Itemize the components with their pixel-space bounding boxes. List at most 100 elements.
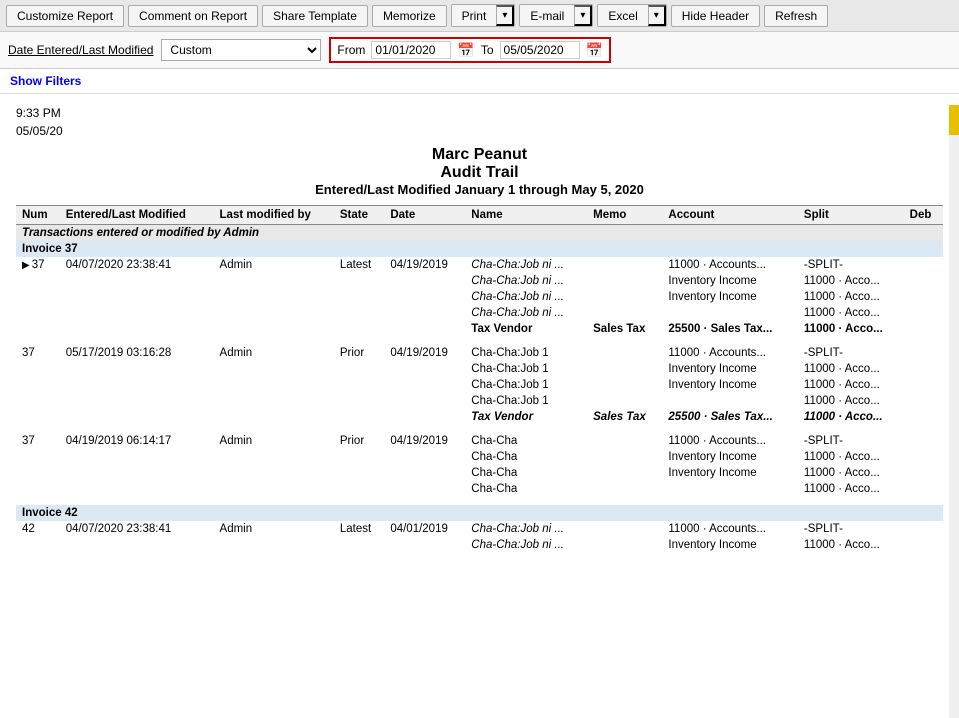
col-num: Num (16, 206, 60, 225)
to-date-input[interactable] (500, 41, 580, 59)
cell-account: 25500 · Sales Tax... (662, 321, 798, 337)
print-arrow-button[interactable]: ▾ (496, 5, 514, 26)
show-filters-link[interactable]: Show Filters (10, 74, 81, 88)
table-row: Cha-Cha 11000 · Acco... (16, 481, 943, 497)
table-header-row: Num Entered/Last Modified Last modified … (16, 206, 943, 225)
from-calendar-icon[interactable]: 📅 (457, 42, 474, 59)
cell-name: Cha-Cha:Job ni ... (465, 521, 587, 537)
hide-header-button[interactable]: Hide Header (671, 5, 760, 27)
email-button-split[interactable]: E-mail ▾ (519, 4, 593, 27)
comment-on-report-button[interactable]: Comment on Report (128, 5, 258, 27)
scrollbar-thumb[interactable] (949, 105, 959, 135)
cell-name: Cha-Cha (465, 481, 587, 497)
customize-report-button[interactable]: Customize Report (6, 5, 124, 27)
excel-main-button[interactable]: Excel (598, 5, 647, 26)
cell-split: 11000 · Acco... (798, 361, 904, 377)
cell-num: 37 (16, 433, 60, 449)
cell-memo: Sales Tax (587, 409, 662, 425)
cell-num: 42 (16, 521, 60, 537)
col-name: Name (465, 206, 587, 225)
date-range-box: From 📅 To 📅 (329, 37, 611, 63)
report-title-block: Marc Peanut Audit Trail Entered/Last Mod… (16, 146, 943, 197)
table-row: ▶37 04/07/2020 23:38:41 Admin Latest 04/… (16, 257, 943, 273)
cell-date (384, 273, 465, 289)
cell-entered: 04/07/2020 23:38:41 (60, 257, 214, 273)
memorize-button[interactable]: Memorize (372, 5, 447, 27)
spacer-row (16, 337, 943, 345)
date-filter-select[interactable]: Custom (161, 39, 321, 61)
cell-name: Cha-Cha:Job 1 (465, 345, 587, 361)
cell-num: 37 (16, 345, 60, 361)
cell-name: Cha-Cha:Job ni ... (465, 273, 587, 289)
cell-memo (587, 305, 662, 321)
print-button-split[interactable]: Print ▾ (451, 4, 516, 27)
cell-deb (904, 273, 943, 289)
cell-name: Cha-Cha (465, 449, 587, 465)
refresh-button[interactable]: Refresh (764, 5, 828, 27)
cell-name: Cha-Cha:Job ni ... (465, 537, 587, 553)
spacer-row (16, 497, 943, 505)
cell-memo (587, 345, 662, 361)
cell-split: -SPLIT- (798, 257, 904, 273)
report-time-block: 9:33 PM 05/05/20 (16, 104, 943, 140)
cell-split: 11000 · Acco... (798, 273, 904, 289)
from-date-input[interactable] (371, 41, 451, 59)
cell-state: Prior (334, 345, 384, 361)
cell-split: -SPLIT- (798, 521, 904, 537)
cell-state: Latest (334, 521, 384, 537)
cell-split: 11000 · Acco... (798, 409, 904, 425)
cell-date: 04/01/2019 (384, 521, 465, 537)
report-subtitle: Entered/Last Modified January 1 through … (16, 182, 943, 197)
cell-name: Cha-Cha:Job ni ... (465, 305, 587, 321)
cell-account: Inventory Income (662, 377, 798, 393)
from-label: From (337, 43, 365, 57)
expand-arrow-icon[interactable]: ▶ (22, 260, 30, 271)
cell-account: 25500 · Sales Tax... (662, 409, 798, 425)
cell-date: 04/19/2019 (384, 345, 465, 361)
excel-button-split[interactable]: Excel ▾ (597, 4, 666, 27)
cell-split: 11000 · Acco... (798, 305, 904, 321)
to-label: To (481, 43, 494, 57)
table-row: Tax Vendor Sales Tax 25500 · Sales Tax..… (16, 321, 943, 337)
cell-modified-by: Admin (214, 345, 334, 361)
col-date: Date (384, 206, 465, 225)
email-arrow-button[interactable]: ▾ (574, 5, 592, 26)
cell-name: Tax Vendor (465, 409, 587, 425)
cell-account: Inventory Income (662, 361, 798, 377)
spacer-row (16, 425, 943, 433)
cell-date: 04/19/2019 (384, 257, 465, 273)
table-row: Cha-Cha:Job 1 Inventory Income 11000 · A… (16, 377, 943, 393)
cell-entered (60, 273, 214, 289)
cell-num: ▶37 (16, 257, 60, 273)
cell-split: 11000 · Acco... (798, 289, 904, 305)
cell-split: 11000 · Acco... (798, 321, 904, 337)
to-calendar-icon[interactable]: 📅 (586, 42, 603, 59)
report-area: 9:33 PM 05/05/20 Marc Peanut Audit Trail… (0, 94, 959, 707)
cell-entered: 04/07/2020 23:38:41 (60, 521, 214, 537)
col-modified-by: Last modified by (214, 206, 334, 225)
cell-account: Inventory Income (662, 465, 798, 481)
table-row: Cha-Cha Inventory Income 11000 · Acco... (16, 465, 943, 481)
col-account: Account (662, 206, 798, 225)
report-time: 9:33 PM (16, 104, 943, 122)
print-main-button[interactable]: Print (452, 5, 497, 26)
cell-account: Inventory Income (662, 273, 798, 289)
cell-state: Latest (334, 257, 384, 273)
cell-state: Prior (334, 433, 384, 449)
cell-name: Cha-Cha (465, 465, 587, 481)
email-main-button[interactable]: E-mail (520, 5, 574, 26)
cell-name: Cha-Cha:Job 1 (465, 377, 587, 393)
cell-account (662, 305, 798, 321)
cell-modified-by: Admin (214, 433, 334, 449)
cell-num (16, 273, 60, 289)
cell-modified-by: Admin (214, 521, 334, 537)
table-row: 37 04/19/2019 06:14:17 Admin Prior 04/19… (16, 433, 943, 449)
col-split: Split (798, 206, 904, 225)
date-filter-label: Date Entered/Last Modified (8, 43, 153, 57)
cell-name: Cha-Cha:Job ni ... (465, 257, 587, 273)
table-row: Cha-Cha Inventory Income 11000 · Acco... (16, 449, 943, 465)
table-row: Cha-Cha:Job 1 Inventory Income 11000 · A… (16, 361, 943, 377)
share-template-button[interactable]: Share Template (262, 5, 368, 27)
col-deb: Deb (904, 206, 943, 225)
excel-arrow-button[interactable]: ▾ (648, 5, 666, 26)
